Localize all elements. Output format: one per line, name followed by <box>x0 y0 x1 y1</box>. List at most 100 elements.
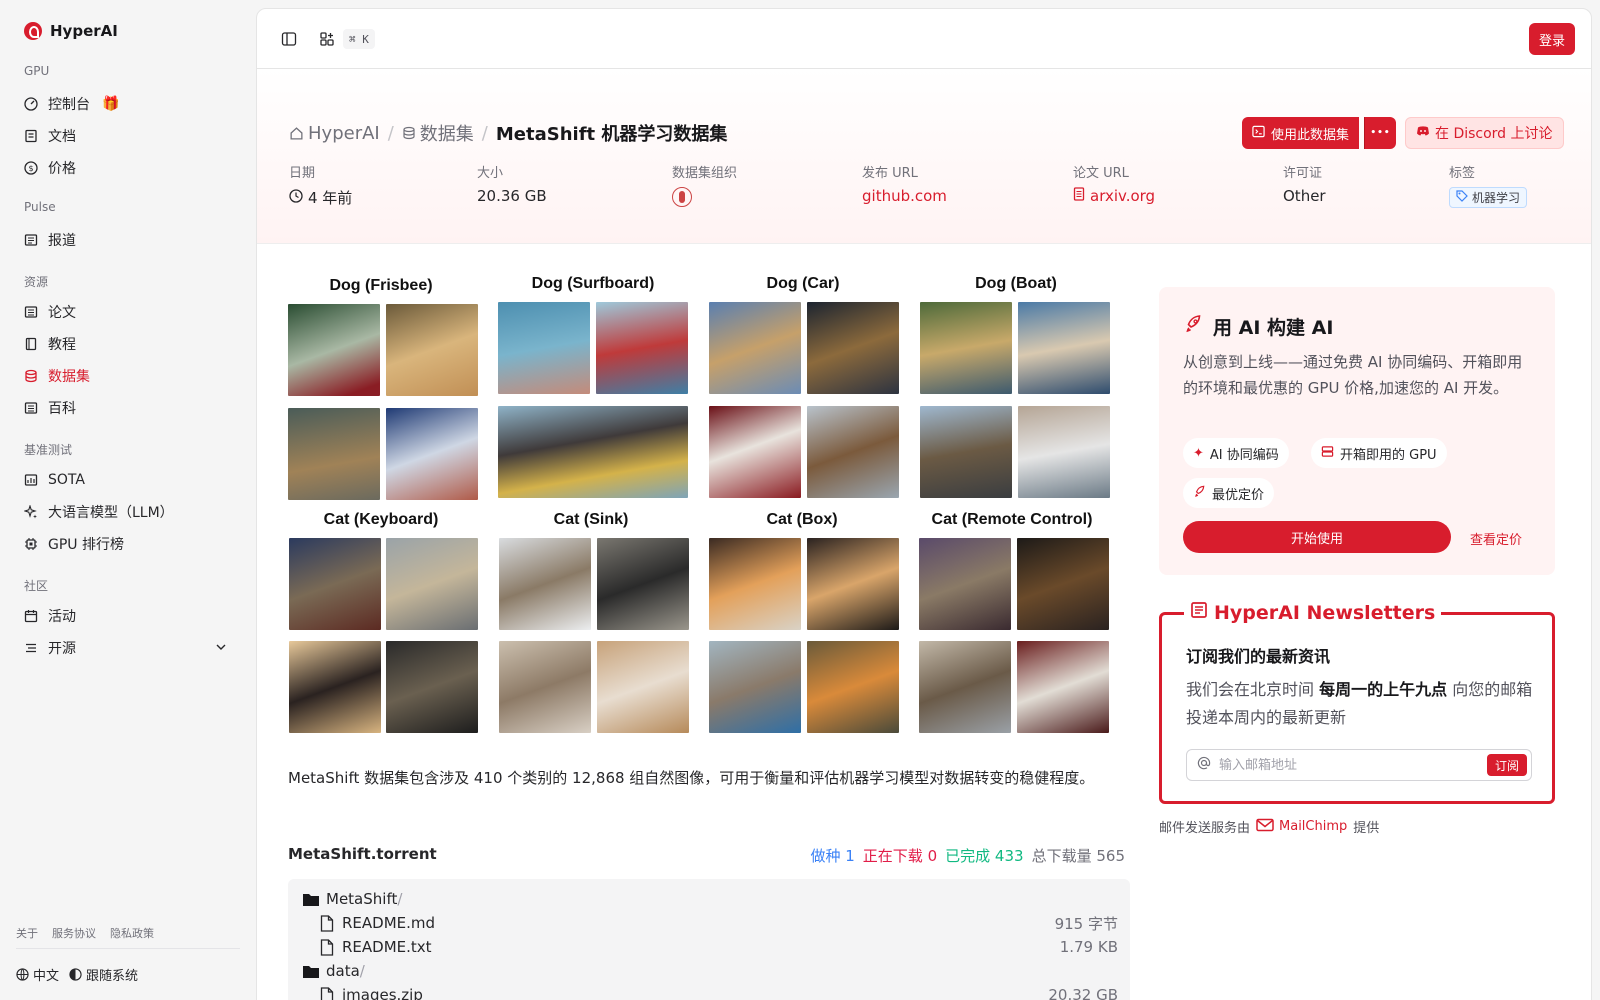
command-shortcut[interactable]: ⌘ K <box>343 29 375 49</box>
dataset-photo <box>499 641 591 733</box>
breadcrumb-datasets-label: 数据集 <box>419 124 474 145</box>
group-title: Dog (Frisbee) <box>329 277 433 294</box>
theme-label: 跟随系统 <box>86 969 139 984</box>
sidebar-item-sota[interactable]: SOTA <box>16 466 238 494</box>
section-title-benchmarks: 基准测试 <box>24 443 73 457</box>
sidebar-item-wiki[interactable]: 百科 <box>16 394 238 422</box>
sidebar-item-label: 百科 <box>48 401 76 417</box>
file-row[interactable]: images.zip 20.32 GB <box>288 983 1130 1000</box>
topbar: ⌘ K 登录 <box>257 9 1591 69</box>
dataset-description: MetaShift 数据集包含涉及 410 个类别的 12,868 组自然图像，… <box>288 769 1095 787</box>
sidebar-item-datasets[interactable]: 数据集 <box>16 362 238 390</box>
dataset-photo <box>597 538 689 630</box>
apps-icon[interactable] <box>317 29 337 49</box>
meta-value <box>672 187 737 207</box>
dataset-photo <box>807 302 899 394</box>
dataset-photo <box>1017 641 1109 733</box>
ai-card-title: 用 AI 构建 AI <box>1183 313 1333 340</box>
dataset-photo <box>596 302 688 394</box>
group-title: Dog (Surfboard) <box>531 275 655 292</box>
page-title: MetaShift 机器学习数据集 <box>495 124 728 145</box>
dataset-photo <box>386 641 478 733</box>
sidebar-item-gpu-leaderboard[interactable]: GPU 排行榜 <box>16 530 238 558</box>
section-title-gpu: GPU <box>24 64 50 78</box>
sidebar-item-docs[interactable]: 文档 <box>16 122 238 150</box>
sidebar-item-tutorials[interactable]: 教程 <box>16 330 238 358</box>
sidebar-item-papers[interactable]: 论文 <box>16 298 238 326</box>
file-row[interactable]: README.txt 1.79 KB <box>288 935 1130 959</box>
seed-count: 1 <box>845 847 855 865</box>
path-slash: / <box>359 962 365 980</box>
subscribe-button[interactable]: 订阅 <box>1486 754 1527 776</box>
pill-label: 最优定价 <box>1212 487 1265 503</box>
privacy-link[interactable]: 隐私政策 <box>110 925 154 941</box>
dataset-header: HyperAI / 数据集 / MetaShift 机器学习数据集 使用此数据集… <box>257 69 1591 244</box>
section-title-community: 社区 <box>24 579 49 593</box>
file-row[interactable]: MetaShift / <box>288 887 1130 911</box>
breadcrumb-datasets[interactable]: 数据集 <box>402 120 474 146</box>
pill-pricing[interactable]: 最优定价 <box>1183 478 1275 508</box>
use-dataset-button[interactable]: 使用此数据集 <box>1242 117 1360 149</box>
view-pricing-link[interactable]: 查看定价 <box>1470 529 1522 548</box>
discord-button[interactable]: 在 Discord 上讨论 <box>1405 117 1564 149</box>
sidebar-toggle-icon[interactable] <box>279 29 299 49</box>
folder-icon <box>302 962 320 980</box>
breadcrumb-home-label: HyperAI <box>308 122 380 144</box>
login-button[interactable]: 登录 <box>1528 23 1575 55</box>
calendar-icon <box>24 609 38 623</box>
sidebar-item-console[interactable]: 控制台 🎁 <box>16 90 238 118</box>
use-dataset-label: 使用此数据集 <box>1271 127 1350 143</box>
mailchimp-link[interactable]: MailChimp <box>1256 818 1347 836</box>
language-switch[interactable]: 中文 <box>16 965 59 984</box>
pill-gpu[interactable]: 开箱即用的 GPU <box>1311 438 1447 468</box>
sidebar-divider <box>16 948 240 949</box>
breadcrumb-home[interactable]: HyperAI <box>289 123 380 144</box>
section-title-pulse: Pulse <box>24 200 56 214</box>
dataset-photo <box>919 538 1011 630</box>
download-label: 正在下载 <box>862 847 923 865</box>
sidebar-item-events[interactable]: 活动 <box>16 602 238 630</box>
pill-ai-coding[interactable]: ✦ AI 协同编码 <box>1183 438 1289 468</box>
sidebar-item-label: 报道 <box>48 233 76 249</box>
meta-label: 标签 <box>1449 166 1476 181</box>
newspaper-icon <box>1190 601 1208 624</box>
tag-icon <box>1456 190 1468 205</box>
breadcrumb: HyperAI / 数据集 / MetaShift 机器学习数据集 <box>289 120 727 146</box>
license-value: Other <box>1283 187 1326 205</box>
dataset-photo <box>289 641 381 733</box>
newsletter-card: HyperAI Newsletters 订阅我们的最新资讯 我们会在北京时间 每… <box>1159 601 1555 804</box>
file-row[interactable]: README.md 915 字节 <box>288 911 1130 935</box>
svg-text:$: $ <box>28 164 33 173</box>
file-icon <box>318 938 336 956</box>
meta-license: 许可证 Other <box>1283 162 1326 205</box>
sidebar-item-opensource[interactable]: 开源 <box>16 634 238 662</box>
group-title: Dog (Boat) <box>975 275 1057 292</box>
file-row[interactable]: data / <box>288 959 1130 983</box>
dataset-photo <box>1018 302 1110 394</box>
start-button[interactable]: 开始使用 <box>1183 521 1451 553</box>
chevron-down-icon[interactable] <box>214 640 228 658</box>
terms-link[interactable]: 服务协议 <box>52 925 96 941</box>
dollar-icon: $ <box>24 161 38 175</box>
stanford-logo-icon[interactable] <box>672 187 692 207</box>
meta-date: 日期 4 年前 <box>289 162 352 208</box>
paper-link[interactable]: arxiv.org <box>1073 187 1155 205</box>
theme-icon <box>69 968 82 981</box>
sidebar-item-llm[interactable]: 大语言模型（LLM） <box>16 498 238 526</box>
release-link[interactable]: github.com <box>862 187 947 205</box>
about-link[interactable]: 关于 <box>16 925 38 941</box>
meta-value: 4 年前 <box>289 187 352 208</box>
sidebar-item-news[interactable]: 报道 <box>16 226 238 254</box>
email-input[interactable] <box>1219 757 1469 773</box>
paper-link-label: arxiv.org <box>1090 187 1156 205</box>
theme-switch[interactable]: 跟随系统 <box>69 965 138 984</box>
file-name: data <box>326 962 360 980</box>
sidebar-item-pricing[interactable]: $ 价格 <box>16 154 238 182</box>
tag-machine-learning[interactable]: 机器学习 <box>1449 187 1528 208</box>
discord-icon <box>1416 125 1430 141</box>
more-actions-button[interactable]: ••• <box>1364 117 1396 149</box>
brand[interactable]: HyperAI <box>24 22 118 40</box>
meta-label: 数据集组织 <box>672 166 738 181</box>
tag-label: 机器学习 <box>1472 191 1521 205</box>
sidebar-footer-links: 关于 服务协议 隐私政策 <box>16 925 154 941</box>
